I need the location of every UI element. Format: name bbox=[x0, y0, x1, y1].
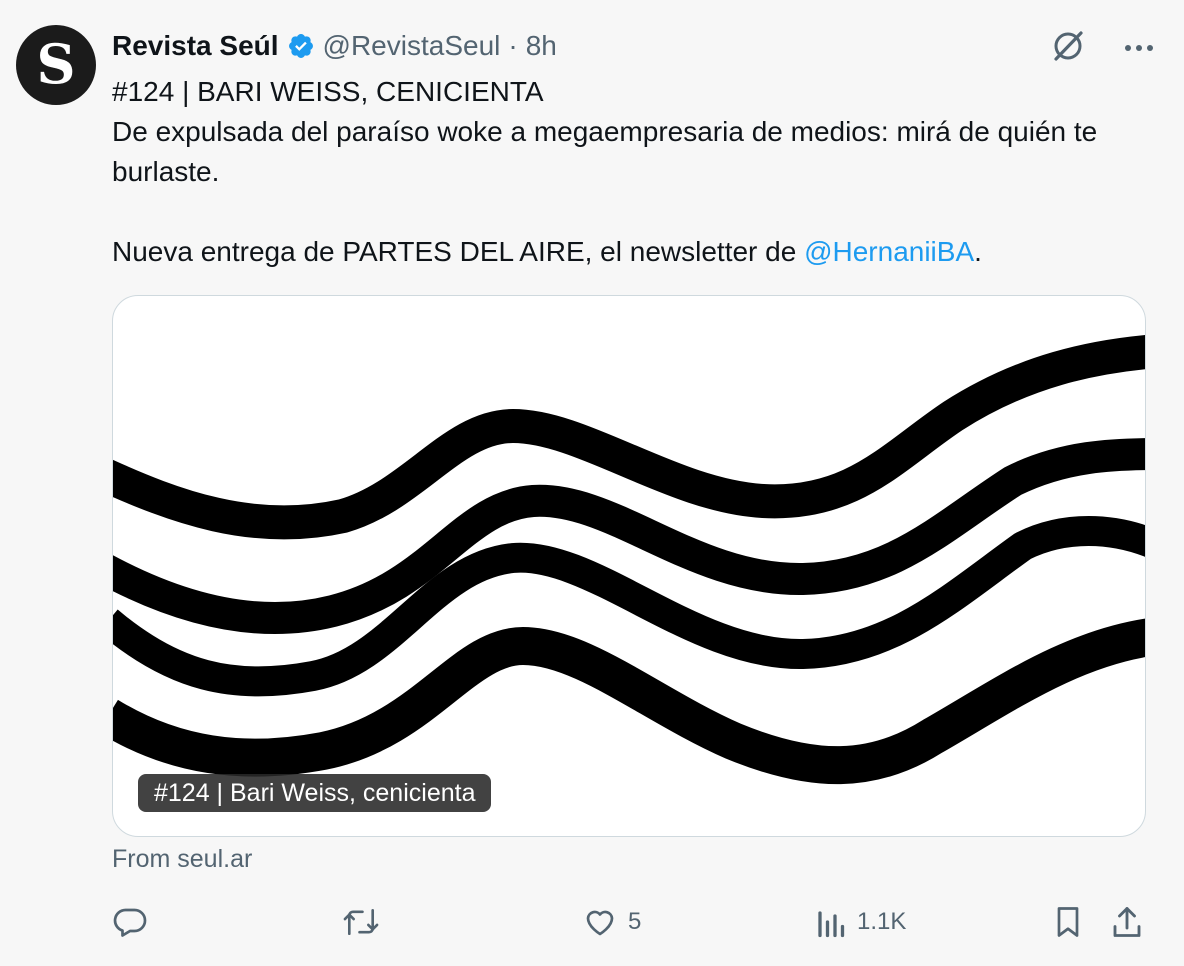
reply-button[interactable] bbox=[112, 900, 158, 944]
author-name[interactable]: Revista Seúl bbox=[112, 30, 279, 62]
like-button[interactable]: 5 bbox=[582, 900, 641, 944]
bookmark-button[interactable] bbox=[1052, 900, 1084, 944]
action-bar: 5 1.1K bbox=[112, 900, 1152, 944]
tweet-text: #124 | BARI WEISS, CENICIENTA De expulsa… bbox=[112, 72, 1152, 272]
mention-link[interactable]: @HernaniiBA bbox=[804, 236, 974, 267]
tweet-line-3: Nueva entrega de PARTES DEL AIRE, el new… bbox=[112, 232, 1152, 272]
tweet-line-3-suffix: . bbox=[974, 236, 982, 267]
author-handle[interactable]: @RevistaSeul bbox=[323, 30, 501, 62]
views-button[interactable]: 1.1K bbox=[817, 900, 906, 944]
bookmark-icon bbox=[1052, 904, 1084, 940]
tweet-line-2: De expulsada del paraíso woke a megaempr… bbox=[112, 116, 1098, 187]
tweet-line-3-prefix: Nueva entrega de PARTES DEL AIRE, el new… bbox=[112, 236, 805, 267]
heart-icon bbox=[582, 904, 618, 940]
avatar[interactable]: S bbox=[16, 25, 96, 105]
header-actions bbox=[1050, 28, 1154, 69]
card-image bbox=[113, 335, 1145, 785]
revista-seul-logo: S bbox=[37, 37, 76, 93]
verified-badge-icon[interactable] bbox=[287, 32, 315, 60]
repost-button[interactable] bbox=[342, 900, 390, 944]
timestamp[interactable]: 8h bbox=[526, 30, 557, 62]
tweet-header: Revista Seúl @RevistaSeul · 8h bbox=[112, 26, 557, 66]
link-card[interactable]: #124 | Bari Weiss, cenicienta bbox=[112, 295, 1146, 837]
views-icon bbox=[817, 904, 847, 940]
grok-icon[interactable] bbox=[1050, 28, 1086, 69]
views-count: 1.1K bbox=[857, 908, 907, 935]
card-source[interactable]: From seul.ar bbox=[112, 845, 252, 874]
like-count: 5 bbox=[628, 908, 642, 935]
reply-icon bbox=[112, 904, 148, 940]
svg-text:S: S bbox=[37, 37, 76, 93]
share-button[interactable] bbox=[1110, 900, 1144, 944]
more-icon[interactable] bbox=[1124, 40, 1154, 58]
card-title: #124 | Bari Weiss, cenicienta bbox=[138, 774, 492, 812]
separator-dot: · bbox=[508, 30, 518, 61]
repost-icon bbox=[342, 904, 380, 940]
tweet-line-1: #124 | BARI WEISS, CENICIENTA bbox=[112, 76, 544, 107]
share-icon bbox=[1110, 904, 1144, 940]
